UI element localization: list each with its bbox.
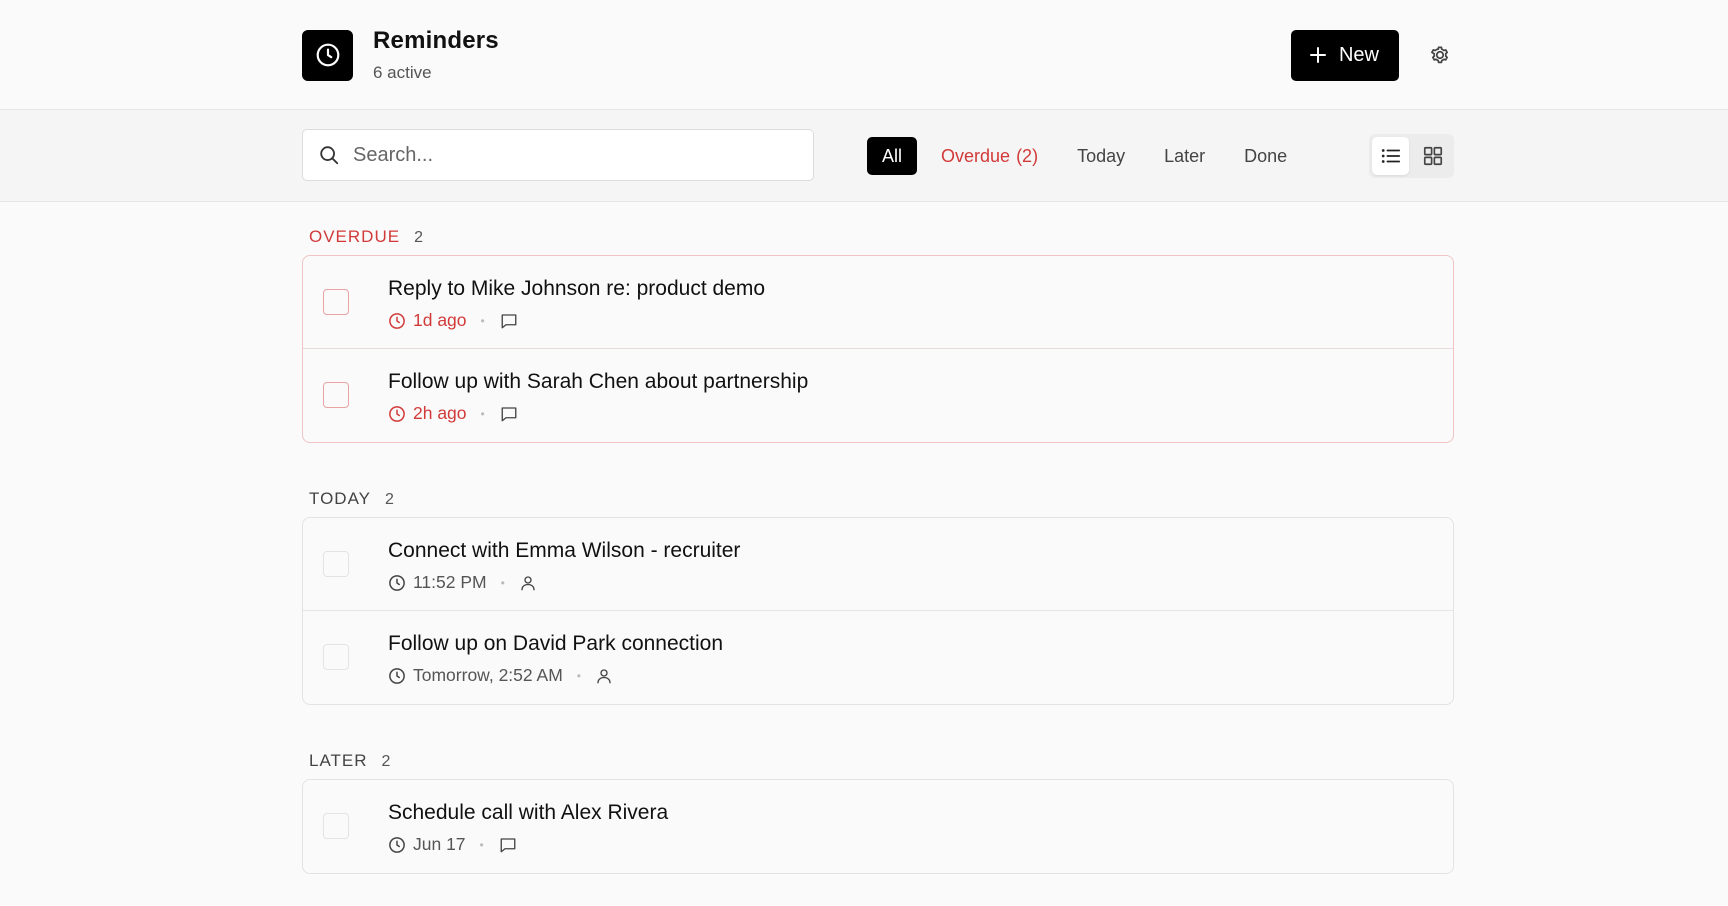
filter-label: Today — [1077, 145, 1126, 166]
grid-icon — [1423, 146, 1442, 166]
filter-label: All — [882, 145, 903, 166]
user-icon — [521, 575, 535, 590]
section-title: LATER — [309, 751, 368, 770]
reminder-time: 11:52 PM — [413, 572, 487, 592]
message-icon — [501, 406, 517, 421]
reminder-row[interactable]: Connect with Emma Wilson - recruiter 11:… — [303, 518, 1453, 611]
section-today: TODAY 2 Connect with Emma Wilson - recru… — [302, 465, 1454, 705]
reminder-title: Follow up with Sarah Chen about partners… — [388, 370, 809, 393]
reminder-card: Connect with Emma Wilson - recruiter 11:… — [302, 517, 1454, 705]
reminder-row[interactable]: Schedule call with Alex Rivera Jun 17 • — [303, 780, 1453, 873]
section-count: 2 — [414, 229, 423, 246]
filter-done[interactable]: Done — [1229, 137, 1302, 175]
reminder-card: Schedule call with Alex Rivera Jun 17 • — [302, 779, 1454, 874]
plus-icon — [1309, 47, 1326, 63]
section-count: 2 — [381, 753, 391, 770]
search-input[interactable] — [353, 143, 793, 167]
filter-today[interactable]: Today — [1062, 137, 1140, 175]
message-icon — [500, 837, 516, 852]
filter-all[interactable]: All — [867, 137, 918, 175]
section-title: OVERDUE — [309, 227, 401, 246]
filter-later[interactable]: Later — [1149, 137, 1220, 175]
filter-label: Later — [1164, 145, 1206, 166]
view-toggle — [1369, 134, 1454, 178]
reminder-row[interactable]: Reply to Mike Johnson re: product demo 1… — [303, 256, 1453, 349]
clock-icon — [389, 667, 405, 684]
reminder-card: Reply to Mike Johnson re: product demo 1… — [302, 255, 1454, 443]
app-header: Reminders 6 active New — [0, 0, 1728, 110]
grid-view-button[interactable] — [1414, 137, 1451, 175]
clock-icon — [389, 405, 405, 422]
complete-checkbox[interactable] — [323, 813, 349, 839]
search-box[interactable] — [302, 129, 814, 181]
clock-icon — [302, 29, 353, 81]
filter-label: Done — [1244, 145, 1288, 166]
page-title: Reminders — [373, 27, 499, 54]
active-count: 6 active — [373, 63, 432, 82]
complete-checkbox[interactable] — [323, 289, 349, 315]
user-icon — [597, 668, 611, 683]
new-reminder-button[interactable]: New — [1290, 29, 1399, 81]
reminder-row[interactable]: Follow up on David Park connection Tomor… — [303, 611, 1453, 704]
new-button-label: New — [1338, 43, 1379, 66]
list-view-button[interactable] — [1372, 137, 1409, 175]
list-icon — [1381, 149, 1400, 163]
reminder-time: Jun 17 — [413, 834, 466, 854]
reminder-list: OVERDUE 2 Reply to Mike Johnson re: prod… — [302, 203, 1454, 906]
reminder-row[interactable]: Follow up with Sarah Chen about partners… — [303, 349, 1453, 442]
section-later: LATER 2 Schedule call with Alex Rivera J… — [302, 727, 1454, 874]
complete-checkbox[interactable] — [323, 382, 349, 408]
message-icon — [501, 313, 517, 328]
reminder-time: Tomorrow, 2:52 AM — [413, 665, 563, 685]
settings-button[interactable] — [1427, 42, 1453, 68]
reminder-title: Connect with Emma Wilson - recruiter — [388, 539, 741, 562]
brand: Reminders 6 active — [302, 27, 499, 83]
gear-icon — [1431, 46, 1449, 64]
reminder-title: Schedule call with Alex Rivera — [388, 801, 669, 824]
filter-label: Overdue — [941, 145, 1011, 166]
section-overdue: OVERDUE 2 Reply to Mike Johnson re: prod… — [302, 203, 1454, 443]
reminder-title: Follow up on David Park connection — [388, 632, 724, 655]
filter-count: (2) — [1016, 145, 1039, 166]
clock-icon — [389, 574, 405, 591]
section-title: TODAY — [309, 489, 371, 508]
reminder-time: 2h ago — [413, 403, 467, 423]
filter-overdue[interactable]: Overdue (2) — [926, 137, 1053, 175]
search-icon — [320, 146, 339, 165]
complete-checkbox[interactable] — [323, 551, 349, 577]
section-count: 2 — [385, 491, 394, 508]
reminder-title: Reply to Mike Johnson re: product demo — [388, 277, 766, 300]
toolbar: All Overdue(2) Today Later Done — [0, 110, 1728, 202]
filter-tabs: All Overdue (2) Today Later Done — [867, 137, 1302, 175]
reminder-time: 1d ago — [413, 310, 467, 330]
clock-icon — [389, 836, 405, 853]
clock-icon — [389, 312, 405, 329]
complete-checkbox[interactable] — [323, 644, 349, 670]
